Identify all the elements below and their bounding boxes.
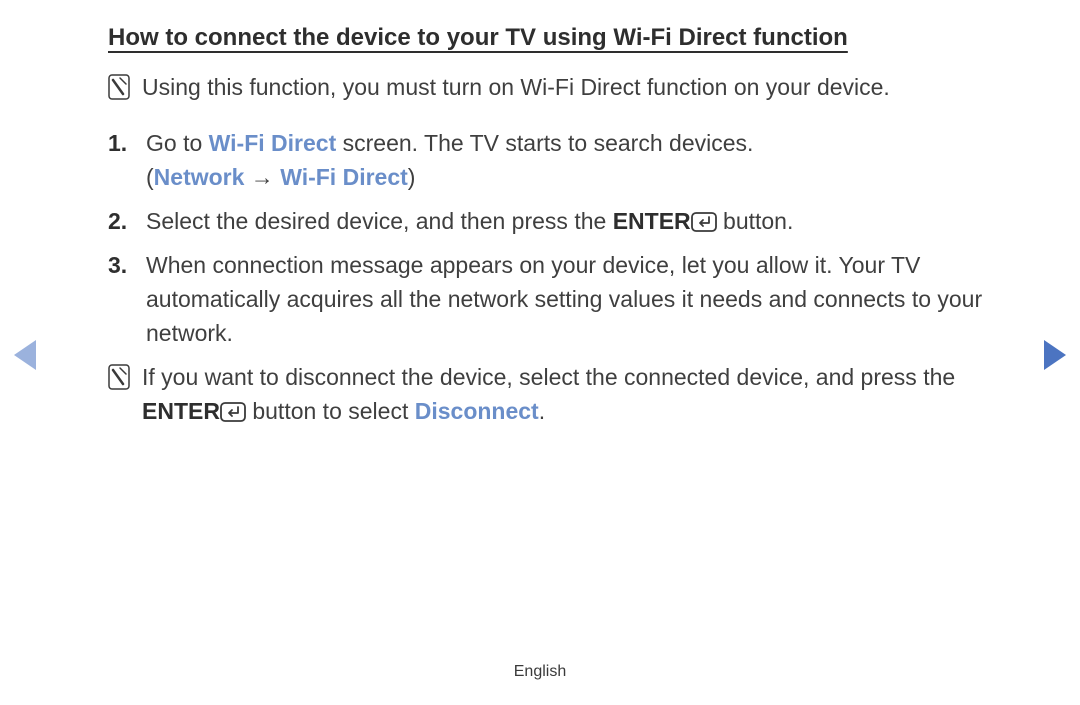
- intro-note: Using this function, you must turn on Wi…: [108, 70, 990, 114]
- step-3: 3. When connection message appears on yo…: [108, 248, 990, 350]
- text: button.: [717, 208, 794, 234]
- step-1: 1. Go to Wi-Fi Direct screen. The TV sta…: [108, 126, 990, 194]
- text: screen. The TV starts to search devices.: [336, 130, 753, 156]
- enter-label: ENTER: [613, 208, 691, 234]
- intro-note-text: Using this function, you must turn on Wi…: [142, 70, 890, 104]
- text: button to select: [246, 398, 415, 424]
- link-disconnect: Disconnect: [415, 398, 539, 424]
- paren-close: ): [408, 164, 416, 190]
- text: If you want to disconnect the device, se…: [142, 364, 955, 390]
- note-icon: [108, 74, 130, 100]
- step-body: Select the desired device, and then pres…: [146, 204, 793, 238]
- step-number: 3.: [108, 248, 136, 350]
- nav-next-arrow[interactable]: [1044, 340, 1066, 370]
- enter-label: ENTER: [142, 398, 220, 424]
- step-body: When connection message appears on your …: [146, 248, 990, 350]
- step-number: 1.: [108, 126, 136, 194]
- text: .: [539, 398, 545, 424]
- path-arrow: →: [244, 164, 280, 190]
- nav-prev-arrow[interactable]: [14, 340, 36, 370]
- path-wifi-direct: Wi-Fi Direct: [280, 164, 408, 190]
- step-2: 2. Select the desired device, and then p…: [108, 204, 990, 238]
- steps-list: 1. Go to Wi-Fi Direct screen. The TV sta…: [108, 126, 990, 350]
- footer-language: English: [0, 663, 1080, 681]
- enter-icon: [691, 207, 717, 227]
- disconnect-note: If you want to disconnect the device, se…: [108, 360, 990, 438]
- paren-open: (: [146, 164, 154, 190]
- text: Select the desired device, and then pres…: [146, 208, 613, 234]
- manual-page-content: How to connect the device to your TV usi…: [0, 0, 1080, 438]
- step-body: Go to Wi-Fi Direct screen. The TV starts…: [146, 126, 753, 194]
- path-network: Network: [154, 164, 245, 190]
- breadcrumb-path: (Network → Wi-Fi Direct): [146, 160, 753, 194]
- page-title: How to connect the device to your TV usi…: [108, 24, 990, 52]
- link-wifi-direct: Wi-Fi Direct: [209, 130, 337, 156]
- enter-icon: [220, 397, 246, 417]
- note-icon: [108, 364, 130, 390]
- step-number: 2.: [108, 204, 136, 238]
- disconnect-note-text: If you want to disconnect the device, se…: [142, 360, 990, 428]
- text: Go to: [146, 130, 209, 156]
